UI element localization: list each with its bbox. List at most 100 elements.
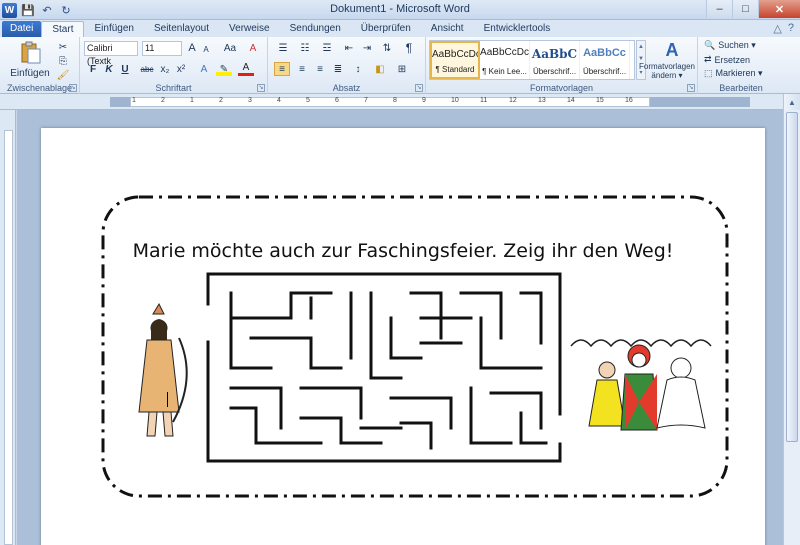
ruler-number: 10: [451, 97, 459, 104]
minimize-ribbon-icon[interactable]: △: [773, 22, 781, 35]
shrink-font-icon[interactable]: A: [200, 43, 212, 55]
line-spacing-icon[interactable]: ↕: [350, 62, 366, 76]
sort-icon[interactable]: ⇅: [380, 41, 394, 55]
strikethrough-button[interactable]: abc: [138, 62, 156, 76]
maze: [205, 272, 563, 463]
vertical-scrollbar[interactable]: ▲: [783, 94, 800, 545]
vruler-strip: [4, 130, 13, 545]
borders-icon[interactable]: ⊞: [394, 62, 410, 76]
close-button[interactable]: ✕: [758, 0, 800, 18]
tab-sendungen[interactable]: Sendungen: [280, 21, 351, 37]
ruler-number: 5: [306, 97, 310, 104]
tab-entwicklertools[interactable]: Entwicklertools: [474, 21, 561, 37]
font-color-icon[interactable]: A: [238, 62, 254, 76]
style-heading-2[interactable]: AaBbCc Überschrif...: [580, 41, 630, 79]
document-page[interactable]: Marie möchte auch zur Faschingsfeier. Ze…: [41, 128, 765, 545]
font-launcher[interactable]: ↘: [257, 84, 265, 92]
scroll-thumb[interactable]: [786, 112, 798, 442]
clipboard-label: Zwischenablage: [6, 83, 73, 93]
style-standard[interactable]: AaBbCcDc ¶ Standard: [430, 41, 480, 79]
align-right-icon[interactable]: ≡: [312, 62, 328, 76]
ruler-number: 9: [422, 97, 426, 104]
numbering-icon[interactable]: ☷: [296, 41, 314, 55]
cut-icon[interactable]: ✂: [57, 41, 69, 53]
format-painter-icon[interactable]: 🖌: [57, 69, 70, 81]
editing-label: Bearbeiten: [719, 83, 763, 93]
tab-start[interactable]: Start: [41, 21, 85, 37]
underline-button[interactable]: U: [118, 62, 132, 76]
tab-ueberpruefen[interactable]: Überprüfen: [351, 21, 421, 37]
align-left-icon[interactable]: ≡: [274, 62, 290, 76]
find-icon: 🔍: [704, 40, 716, 50]
find-button[interactable]: 🔍 Suchen ▾: [704, 39, 780, 52]
ruler-right-margin: [650, 97, 750, 107]
tab-verweise[interactable]: Verweise: [219, 21, 280, 37]
bullets-icon[interactable]: ☰: [274, 41, 292, 55]
tab-seitenlayout[interactable]: Seitenlayout: [144, 21, 219, 37]
style-name: Überschrif...: [532, 67, 577, 76]
ruler-number: 11: [480, 97, 488, 104]
font-name-field[interactable]: Calibri (Textk: [84, 41, 138, 66]
text-cursor: [167, 392, 168, 407]
style-heading-1[interactable]: AaBbC Überschrif...: [530, 41, 580, 79]
highlight-icon[interactable]: ✎: [216, 62, 232, 76]
multilevel-list-icon[interactable]: ☲: [318, 41, 336, 55]
paragraph-launcher[interactable]: ↘: [415, 84, 423, 92]
bold-button[interactable]: F: [86, 62, 100, 76]
style-name: ¶ Kein Lee...: [482, 67, 527, 76]
text-effects-icon[interactable]: A: [196, 62, 212, 76]
clipboard-launcher[interactable]: ↘: [69, 84, 77, 92]
justify-icon[interactable]: ≣: [330, 62, 346, 76]
style-no-spacing[interactable]: AaBbCcDc ¶ Kein Lee...: [480, 41, 530, 79]
ruler-left-margin: [110, 97, 130, 107]
align-center-icon[interactable]: ≡: [294, 62, 310, 76]
italic-button[interactable]: K: [102, 62, 116, 76]
style-name: Überschrif...: [582, 67, 627, 76]
editing-group: 🔍 Suchen ▾ ⇄ Ersetzen ⬚ Markieren ▾ Bearbei…: [698, 37, 784, 94]
tab-ansicht[interactable]: Ansicht: [421, 21, 474, 37]
style-sample: AaBbCcDc: [432, 49, 478, 60]
ribbon: Einfügen ✂ ⎘ 🖌 Zwischenablage ↘ Calibri …: [0, 37, 800, 94]
superscript-button[interactable]: x²: [174, 62, 188, 76]
paragraph-label: Absatz: [332, 83, 361, 93]
clear-format-icon[interactable]: A: [246, 41, 260, 55]
styles-gallery: AaBbCcDc ¶ Standard AaBbCcDc ¶ Kein Lee.…: [429, 40, 635, 80]
paste-icon[interactable]: [18, 40, 44, 66]
change-case-button[interactable]: Aa: [220, 41, 240, 55]
horizontal-ruler[interactable]: 1 2 1 2 3 4 5 6 7 8 9 10 11 12 13 14 15 16: [0, 94, 800, 110]
ruler-numbers: 1 2 1 2 3 4 5 6 7 8 9 10 11 12 13 14 15 16: [130, 97, 650, 107]
paste-button[interactable]: Einfügen: [2, 67, 58, 79]
clipboard-group: Einfügen ✂ ⎘ 🖌 Zwischenablage ↘: [0, 37, 80, 94]
style-sample: AaBbCc: [583, 47, 626, 59]
help-icon[interactable]: ?: [788, 22, 794, 35]
tab-datei[interactable]: Datei: [2, 21, 42, 37]
increase-indent-icon[interactable]: ⇥: [360, 41, 374, 55]
replace-button[interactable]: ⇄ Ersetzen: [704, 53, 780, 66]
ruler-number: 8: [393, 97, 397, 104]
ruler-number: 1: [190, 97, 194, 104]
find-label: Suchen ▾: [718, 40, 756, 50]
copy-icon[interactable]: ⎘: [57, 55, 69, 67]
paragraph-group: ☰ ☷ ☲ ⇤ ⇥ ⇅ ¶ ≡ ≡ ≡ ≣ ↕ ◧ ⊞ Absatz ↘: [268, 37, 426, 94]
vertical-ruler[interactable]: [0, 110, 16, 545]
show-formatting-button[interactable]: ¶: [402, 41, 416, 55]
subscript-button[interactable]: x₂: [158, 62, 172, 76]
maximize-button[interactable]: □: [732, 0, 758, 18]
shading-icon[interactable]: ◧: [372, 62, 388, 76]
grow-font-icon[interactable]: A: [186, 41, 198, 55]
decrease-indent-icon[interactable]: ⇤: [342, 41, 356, 55]
scroll-up-icon[interactable]: ▲: [784, 94, 800, 110]
title-bar: W 💾 ↶ ↻ Dokument1 - Microsoft Word – □ ✕: [0, 0, 800, 20]
tab-einfuegen[interactable]: Einfügen: [84, 21, 143, 37]
ruler-number: 4: [277, 97, 281, 104]
font-size-field[interactable]: 11: [142, 41, 182, 56]
style-name: ¶ Standard: [435, 65, 475, 74]
styles-launcher[interactable]: ↘: [687, 84, 695, 92]
carnival-kids-figure: [570, 339, 712, 431]
change-styles-icon[interactable]: A: [652, 39, 692, 61]
styles-label: Formatvorlagen: [529, 83, 594, 93]
minimize-button[interactable]: –: [706, 0, 732, 18]
replace-icon: ⇄: [704, 54, 712, 64]
change-styles-button-line2[interactable]: ändern ▾: [638, 70, 696, 80]
select-button[interactable]: ⬚ Markieren ▾: [704, 67, 780, 80]
